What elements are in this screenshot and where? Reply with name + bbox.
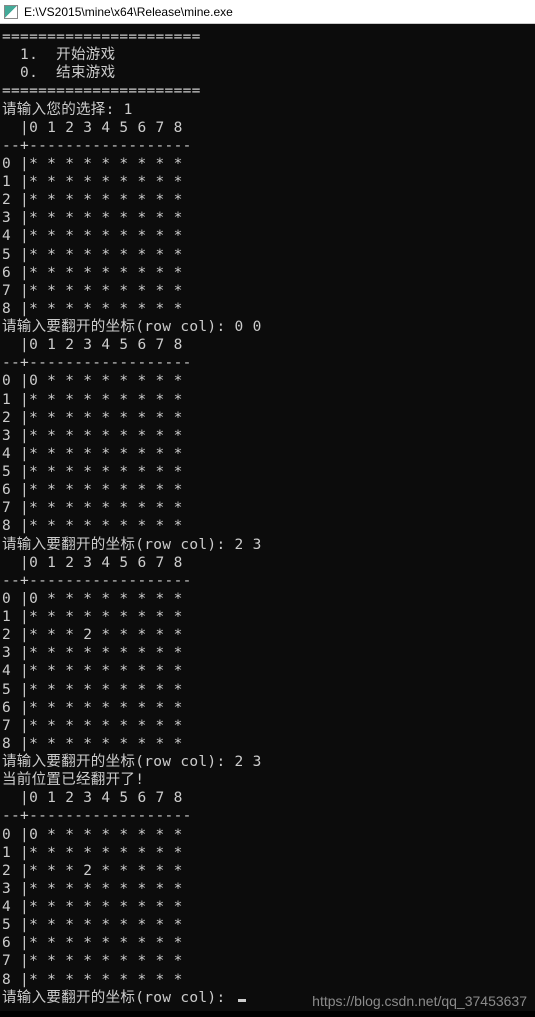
board-row: 6 |* * * * * * * * *: [2, 482, 183, 498]
board-row: 0 |0 * * * * * * * *: [2, 827, 183, 843]
coord-input: 0 0: [235, 319, 262, 335]
board-row: 2 |* * * * * * * * *: [2, 410, 183, 426]
board-row: 3 |* * * * * * * * *: [2, 428, 183, 444]
choice-input: 1: [124, 102, 133, 118]
console-output[interactable]: ====================== 1. 开始游戏 0. 结束游戏 =…: [0, 24, 535, 1011]
board-row: 2 |* * * 2 * * * * *: [2, 863, 183, 879]
board-row: 7 |* * * * * * * * *: [2, 283, 183, 299]
board-row: 1 |* * * * * * * * *: [2, 392, 183, 408]
board-row: 4 |* * * * * * * * *: [2, 663, 183, 679]
board-row: 0 |0 * * * * * * * *: [2, 591, 183, 607]
board-row: 6 |* * * * * * * * *: [2, 265, 183, 281]
row-sep: --+------------------: [2, 138, 192, 154]
prompt-coord: 请输入要翻开的坐标(row col):: [2, 537, 235, 553]
board-row: 5 |* * * * * * * * *: [2, 917, 183, 933]
board-row: 7 |* * * * * * * * *: [2, 953, 183, 969]
row-sep: --+------------------: [2, 573, 192, 589]
window-titlebar: E:\VS2015\mine\x64\Release\mine.exe: [0, 0, 535, 24]
board-row: 8 |* * * * * * * * *: [2, 736, 183, 752]
board-row: 5 |* * * * * * * * *: [2, 464, 183, 480]
row-sep: --+------------------: [2, 808, 192, 824]
col-header: |0 1 2 3 4 5 6 7 8: [2, 790, 183, 806]
board-row: 5 |* * * * * * * * *: [2, 247, 183, 263]
board-row: 3 |* * * * * * * * *: [2, 645, 183, 661]
board-row: 7 |* * * * * * * * *: [2, 718, 183, 734]
board-row: 1 |* * * * * * * * *: [2, 845, 183, 861]
board-row: 8 |* * * * * * * * *: [2, 301, 183, 317]
already-open-msg: 当前位置已经翻开了!: [2, 772, 144, 788]
app-icon: [4, 5, 18, 19]
menu-item-0: 0. 结束游戏: [2, 65, 115, 81]
board-row: 8 |* * * * * * * * *: [2, 518, 183, 534]
prompt-coord: 请输入要翻开的坐标(row col):: [2, 319, 235, 335]
cursor-icon: [238, 999, 246, 1002]
board-row: 0 |* * * * * * * * *: [2, 156, 183, 172]
col-header: |0 1 2 3 4 5 6 7 8: [2, 337, 183, 353]
board-row: 8 |* * * * * * * * *: [2, 972, 183, 988]
board-row: 4 |* * * * * * * * *: [2, 899, 183, 915]
board-row: 1 |* * * * * * * * *: [2, 174, 183, 190]
board-row: 5 |* * * * * * * * *: [2, 682, 183, 698]
watermark-text: https://blog.csdn.net/qq_37453637: [312, 993, 527, 1009]
board-row: 0 |0 * * * * * * * *: [2, 373, 183, 389]
board-row: 4 |* * * * * * * * *: [2, 228, 183, 244]
board-row: 4 |* * * * * * * * *: [2, 446, 183, 462]
coord-input: 2 3: [235, 754, 262, 770]
board-row: 2 |* * * * * * * * *: [2, 192, 183, 208]
col-header: |0 1 2 3 4 5 6 7 8: [2, 555, 183, 571]
board-row: 6 |* * * * * * * * *: [2, 700, 183, 716]
prompt-choice: 请输入您的选择:: [2, 102, 124, 118]
board-row: 3 |* * * * * * * * *: [2, 210, 183, 226]
divider: ======================: [2, 83, 201, 99]
coord-input: 2 3: [235, 537, 262, 553]
board-row: 7 |* * * * * * * * *: [2, 500, 183, 516]
board-row: 6 |* * * * * * * * *: [2, 935, 183, 951]
col-header: |0 1 2 3 4 5 6 7 8: [2, 120, 183, 136]
board-row: 1 |* * * * * * * * *: [2, 609, 183, 625]
window-title: E:\VS2015\mine\x64\Release\mine.exe: [24, 5, 233, 19]
divider: ======================: [2, 29, 201, 45]
prompt-coord: 请输入要翻开的坐标(row col):: [2, 990, 235, 1006]
board-row: 3 |* * * * * * * * *: [2, 881, 183, 897]
row-sep: --+------------------: [2, 355, 192, 371]
board-row: 2 |* * * 2 * * * * *: [2, 627, 183, 643]
menu-item-1: 1. 开始游戏: [2, 47, 115, 63]
prompt-coord: 请输入要翻开的坐标(row col):: [2, 754, 235, 770]
